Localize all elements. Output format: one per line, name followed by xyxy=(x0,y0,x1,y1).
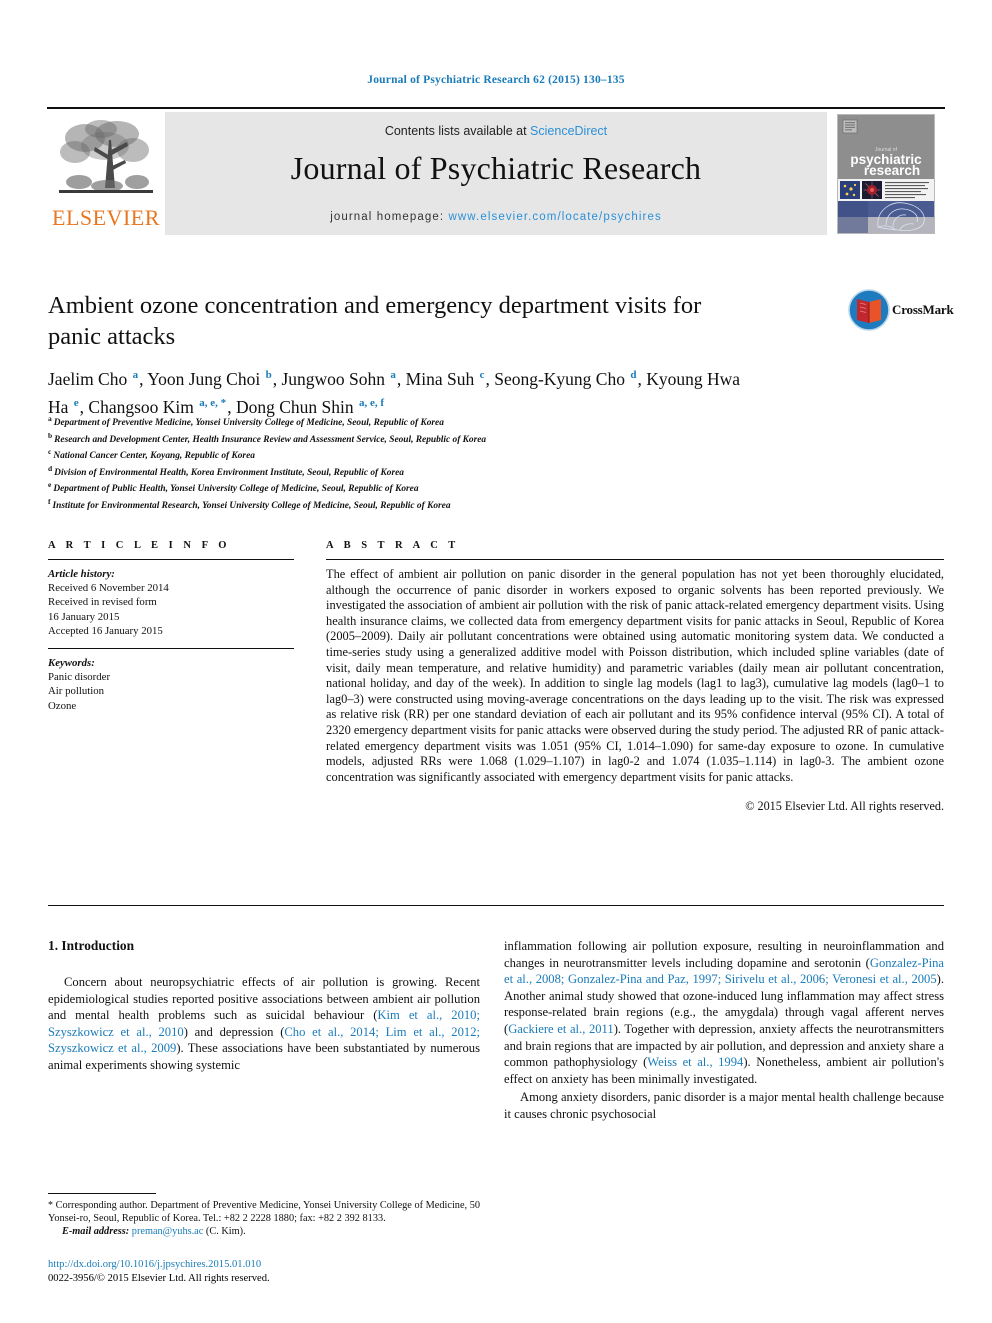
article-history-block: Article history: Received 6 November 201… xyxy=(48,567,294,638)
keyword-item: Panic disorder xyxy=(48,671,111,684)
history-item: Accepted 16 January 2015 xyxy=(48,624,163,637)
elsevier-tree-icon xyxy=(59,120,153,193)
email-label: E-mail address: xyxy=(62,1226,130,1237)
contents-prefix: Contents lists available at xyxy=(384,124,531,138)
journal-masthead: ELSEVIER Contents lists available at Sci… xyxy=(47,107,945,235)
article-history-label: Article history: xyxy=(48,568,115,580)
corresponding-author-footnote: * Corresponding author. Department of Pr… xyxy=(48,1199,480,1225)
section-heading-introduction: 1. Introduction xyxy=(48,938,135,953)
abstract-text: The effect of ambient air pollution on p… xyxy=(326,567,944,784)
article-info-rule xyxy=(48,559,294,560)
paper-page: Journal of Psychiatric Research 62 (2015… xyxy=(0,0,992,1323)
elsevier-wordmark: ELSEVIER xyxy=(52,205,160,230)
crossmark-badge[interactable]: CrossMark xyxy=(848,289,954,331)
crossmark-icon xyxy=(848,289,890,331)
journal-cover-thumbnail: Journal of psychiatric research xyxy=(827,112,945,235)
abstract-rule xyxy=(326,559,944,560)
affiliation-item: f Institute for Environmental Research, Y… xyxy=(48,496,451,511)
affiliation-item: e Department of Public Health, Yonsei Uni… xyxy=(48,480,419,495)
svg-text:research: research xyxy=(864,163,920,178)
homepage-prefix: journal homepage: xyxy=(330,211,449,223)
doi-block: http://dx.doi.org/10.1016/j.jpsychires.2… xyxy=(48,1258,488,1285)
intro-paragraph-left: Concern about neuropsychiatric effects o… xyxy=(48,975,480,1072)
affiliation-item: d Division of Environmental Health, Korea… xyxy=(48,463,404,478)
email-link[interactable]: preman@yuhs.ac xyxy=(132,1226,204,1237)
abstract-heading: A B S T R A C T xyxy=(326,540,460,551)
history-item: 16 January 2015 xyxy=(48,610,120,623)
intro-paragraph-right-continued: inflammation following air pollution exp… xyxy=(504,939,944,1086)
affiliation-list: a Department of Preventive Medicine, Yons… xyxy=(48,413,748,512)
keywords-rule xyxy=(48,648,294,650)
issn-copyright-line: 0022-3956/© 2015 Elsevier Ltd. All right… xyxy=(48,1272,270,1284)
intro-paragraph-right-second: Among anxiety disorders, panic disorder … xyxy=(504,1090,944,1121)
footnote-area: * Corresponding author. Department of Pr… xyxy=(48,1193,480,1238)
crossmark-label: CrossMark xyxy=(892,302,954,317)
journal-title: Journal of Psychiatric Research xyxy=(290,150,702,186)
homepage-url-link[interactable]: www.elsevier.com/locate/psychires xyxy=(448,211,661,223)
cover-art-graphic: Journal of psychiatric research xyxy=(838,114,934,233)
abstract-column: A B S T R A C T The effect of ambient ai… xyxy=(326,540,944,814)
footnote-rule xyxy=(48,1193,156,1194)
affiliation-item: b Research and Development Center, Health… xyxy=(48,430,487,445)
journal-homepage-line: journal homepage: www.elsevier.com/locat… xyxy=(165,211,827,223)
masthead-center: Contents lists available at ScienceDirec… xyxy=(165,112,827,235)
keywords-label: Keywords: xyxy=(48,657,95,670)
citation-link[interactable]: Gackiere et al., 2011 xyxy=(508,1022,613,1036)
doi-link[interactable]: http://dx.doi.org/10.1016/j.jpsychires.2… xyxy=(48,1258,488,1272)
elsevier-logo: ELSEVIER xyxy=(47,112,165,235)
affiliation-item: a Department of Preventive Medicine, Yons… xyxy=(48,414,444,429)
article-info-column: A R T I C L E I N F O Article history: R… xyxy=(48,540,294,713)
author-list: Jaelim Cho a, Yoon Jung Choi b, Jungwoo … xyxy=(48,368,741,417)
citation-link[interactable]: Weiss et al., 1994 xyxy=(647,1055,743,1069)
email-footnote: E-mail address: preman@yuhs.ac (C. Kim). xyxy=(48,1225,480,1238)
history-item: Received in revised form xyxy=(48,596,157,609)
sciencedirect-link[interactable]: ScienceDirect xyxy=(530,124,607,138)
contents-available-line: Contents lists available at ScienceDirec… xyxy=(165,124,827,138)
keyword-item: Air pollution xyxy=(48,685,105,698)
running-head: Journal of Psychiatric Research 62 (2015… xyxy=(367,74,625,86)
article-info-heading: A R T I C L E I N F O xyxy=(48,540,231,551)
keywords-block: Keywords: Panic disorder Air pollution O… xyxy=(48,656,294,713)
abstract-copyright: © 2015 Elsevier Ltd. All rights reserved… xyxy=(745,799,944,814)
body-divider xyxy=(48,905,944,906)
keyword-item: Ozone xyxy=(48,699,77,712)
affiliation-item: c National Cancer Center, Koyang, Republi… xyxy=(48,447,255,462)
cover-artwork: Journal of psychiatric research xyxy=(837,113,935,234)
corresponding-author-text: Corresponding author. Department of Prev… xyxy=(48,1200,480,1224)
citation-link[interactable]: Gonzalez-Pina et al., 2008; Gonzalez-Pin… xyxy=(504,956,944,987)
body-column-left: 1. Introduction Concern about neuropsych… xyxy=(48,938,480,1076)
body-column-right: inflammation following air pollution exp… xyxy=(504,938,944,1125)
history-item: Received 6 November 2014 xyxy=(48,582,169,595)
article-title: Ambient ozone concentration and emergenc… xyxy=(48,292,702,350)
email-suffix: (C. Kim). xyxy=(203,1226,246,1237)
